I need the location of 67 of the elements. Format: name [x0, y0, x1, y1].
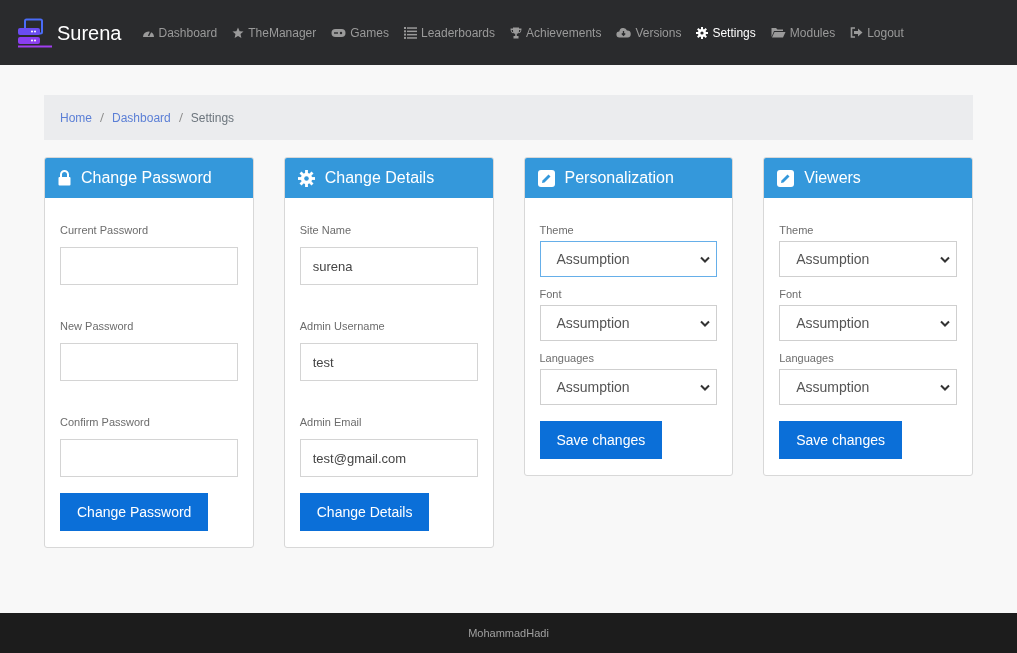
logo-icon — [17, 17, 53, 48]
select-field[interactable]: Assumption — [779, 241, 957, 277]
cloud-download-icon — [616, 27, 632, 38]
nav-link[interactable]: TheManager — [232, 23, 317, 42]
nav-link[interactable]: Leaderboards — [403, 23, 495, 42]
chevron-down-icon — [940, 383, 950, 391]
nav-link[interactable]: Dashboard — [141, 23, 218, 42]
star-icon — [232, 26, 245, 39]
nav-link[interactable]: Versions — [616, 23, 682, 42]
field-label: Site Name — [299, 223, 353, 236]
select-field[interactable]: Assumption — [779, 305, 957, 341]
field-label: Font — [779, 287, 803, 300]
card-title: Change Password — [81, 168, 212, 188]
input-field[interactable]: test — [299, 343, 478, 381]
nav-link[interactable]: Modules — [770, 23, 836, 42]
select-field[interactable]: Assumption — [539, 305, 718, 341]
input-field[interactable] — [60, 439, 238, 477]
folder-icon — [770, 27, 786, 38]
input-field[interactable]: test@gmail.com — [299, 439, 478, 477]
card-title: Personalization — [564, 168, 674, 188]
footer-text: MohammadHadi — [468, 625, 549, 641]
edit-icon — [777, 169, 795, 187]
card-title: Change Details — [324, 168, 435, 188]
chevron-down-icon — [700, 319, 711, 327]
settings-icon — [297, 169, 315, 187]
chevron-down-icon — [700, 383, 711, 391]
nav-link[interactable]: Logout — [850, 23, 904, 42]
breadcrumb-current: Settings — [190, 109, 235, 127]
field-label: Admin Email — [299, 415, 363, 428]
list-icon — [403, 26, 417, 39]
input-field[interactable] — [60, 343, 238, 381]
select-field[interactable]: Assumption — [539, 369, 718, 405]
field-label: Languages — [539, 351, 595, 364]
card-title: Viewers — [804, 168, 861, 188]
chevron-down-icon — [940, 255, 950, 263]
input-field[interactable] — [60, 247, 238, 285]
nav-link[interactable]: Games — [331, 23, 389, 42]
submit-button[interactable]: Change Password — [60, 493, 209, 531]
chevron-down-icon — [940, 319, 950, 327]
edit-icon — [537, 169, 555, 187]
field-label: Font — [539, 287, 563, 300]
field-label: Languages — [779, 351, 835, 364]
breadcrumb-link[interactable]: Home — [60, 108, 92, 127]
input-field[interactable]: surena — [299, 247, 478, 285]
field-label: Current Password — [60, 223, 150, 236]
gamepad-icon — [331, 27, 347, 38]
field-label: Theme — [539, 223, 575, 236]
field-label: Confirm Password — [60, 415, 151, 428]
field-label: Theme — [779, 223, 815, 236]
submit-button[interactable]: Save changes — [779, 421, 902, 459]
field-label: Admin Username — [299, 319, 386, 332]
breadcrumb-link[interactable]: Dashboard — [112, 108, 171, 127]
separator-icon — [178, 113, 183, 122]
select-field[interactable]: Assumption — [539, 241, 718, 277]
settings-icon — [696, 26, 709, 39]
chevron-down-icon — [700, 255, 711, 263]
submit-button[interactable]: Save changes — [539, 421, 663, 459]
field-label: New Password — [60, 319, 135, 332]
submit-button[interactable]: Change Details — [299, 493, 430, 531]
separator-icon — [100, 113, 104, 122]
logout-icon — [850, 27, 864, 38]
nav-link[interactable]: Settings — [696, 23, 756, 42]
select-field[interactable]: Assumption — [779, 369, 957, 405]
brand-name[interactable]: Surena — [57, 17, 122, 48]
nav-link[interactable]: Achievements — [510, 23, 602, 42]
trophy-icon — [510, 26, 522, 39]
lock-icon — [58, 170, 71, 186]
